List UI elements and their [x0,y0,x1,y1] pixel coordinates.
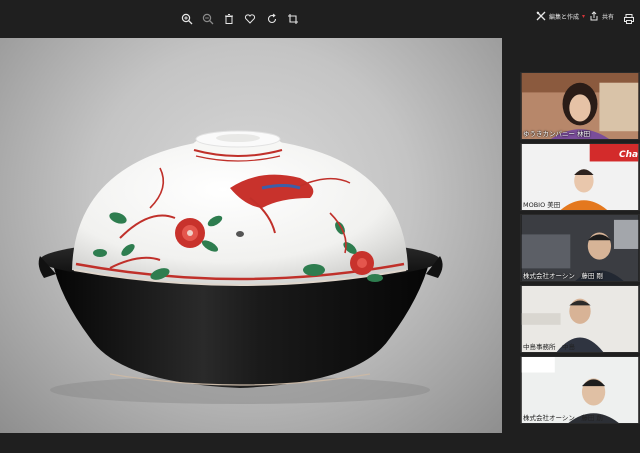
heart-icon[interactable] [243,12,257,26]
participant-tile[interactable]: 株式会社オーシン 藤田 剛 [520,214,640,282]
zoom-in-icon[interactable] [180,12,194,26]
photo-toolbar: 編集と作成 ▾ 共有 [0,0,640,38]
crop-icon[interactable] [286,12,300,26]
share-icon [590,11,598,21]
participant-gallery: ゆうきカンパニー 林田 Cha MOBIO 美田 株式会社オーシン 藤田 剛 中… [520,72,640,430]
participant-tile[interactable]: 中島事務所 中島 [520,285,640,353]
participant-tile[interactable]: Cha MOBIO 美田 [520,143,640,211]
share-button[interactable]: 共有 [589,11,614,21]
participant-name: ゆうきカンパニー 林田 [523,130,591,138]
edit-create-button[interactable]: 編集と作成 ▾ [536,11,585,21]
donabe-pot-photo [38,130,443,404]
participant-name: 株式会社オーシン 藤田 創 [523,414,603,422]
participant-name: 株式会社オーシン 藤田 剛 [523,272,603,280]
participant-tile[interactable]: ゆうきカンパニー 林田 [520,72,640,140]
chat-sign-text: Cha [619,150,639,160]
trash-icon[interactable] [222,12,236,26]
photo-viewer[interactable] [0,38,502,433]
participant-tile[interactable]: 株式会社オーシン 藤田 創 [520,356,640,424]
participant-name: 中島事務所 中島 [523,343,575,351]
print-icon[interactable] [622,12,636,26]
zoom-out-icon[interactable] [201,12,215,26]
edit-create-icon [536,11,546,21]
participant-name: MOBIO 美田 [523,201,561,209]
rotate-icon[interactable] [265,12,279,26]
chevron-down-icon: ▾ [582,12,586,20]
edit-create-label: 編集と作成 [549,13,580,21]
share-label: 共有 [602,13,615,21]
